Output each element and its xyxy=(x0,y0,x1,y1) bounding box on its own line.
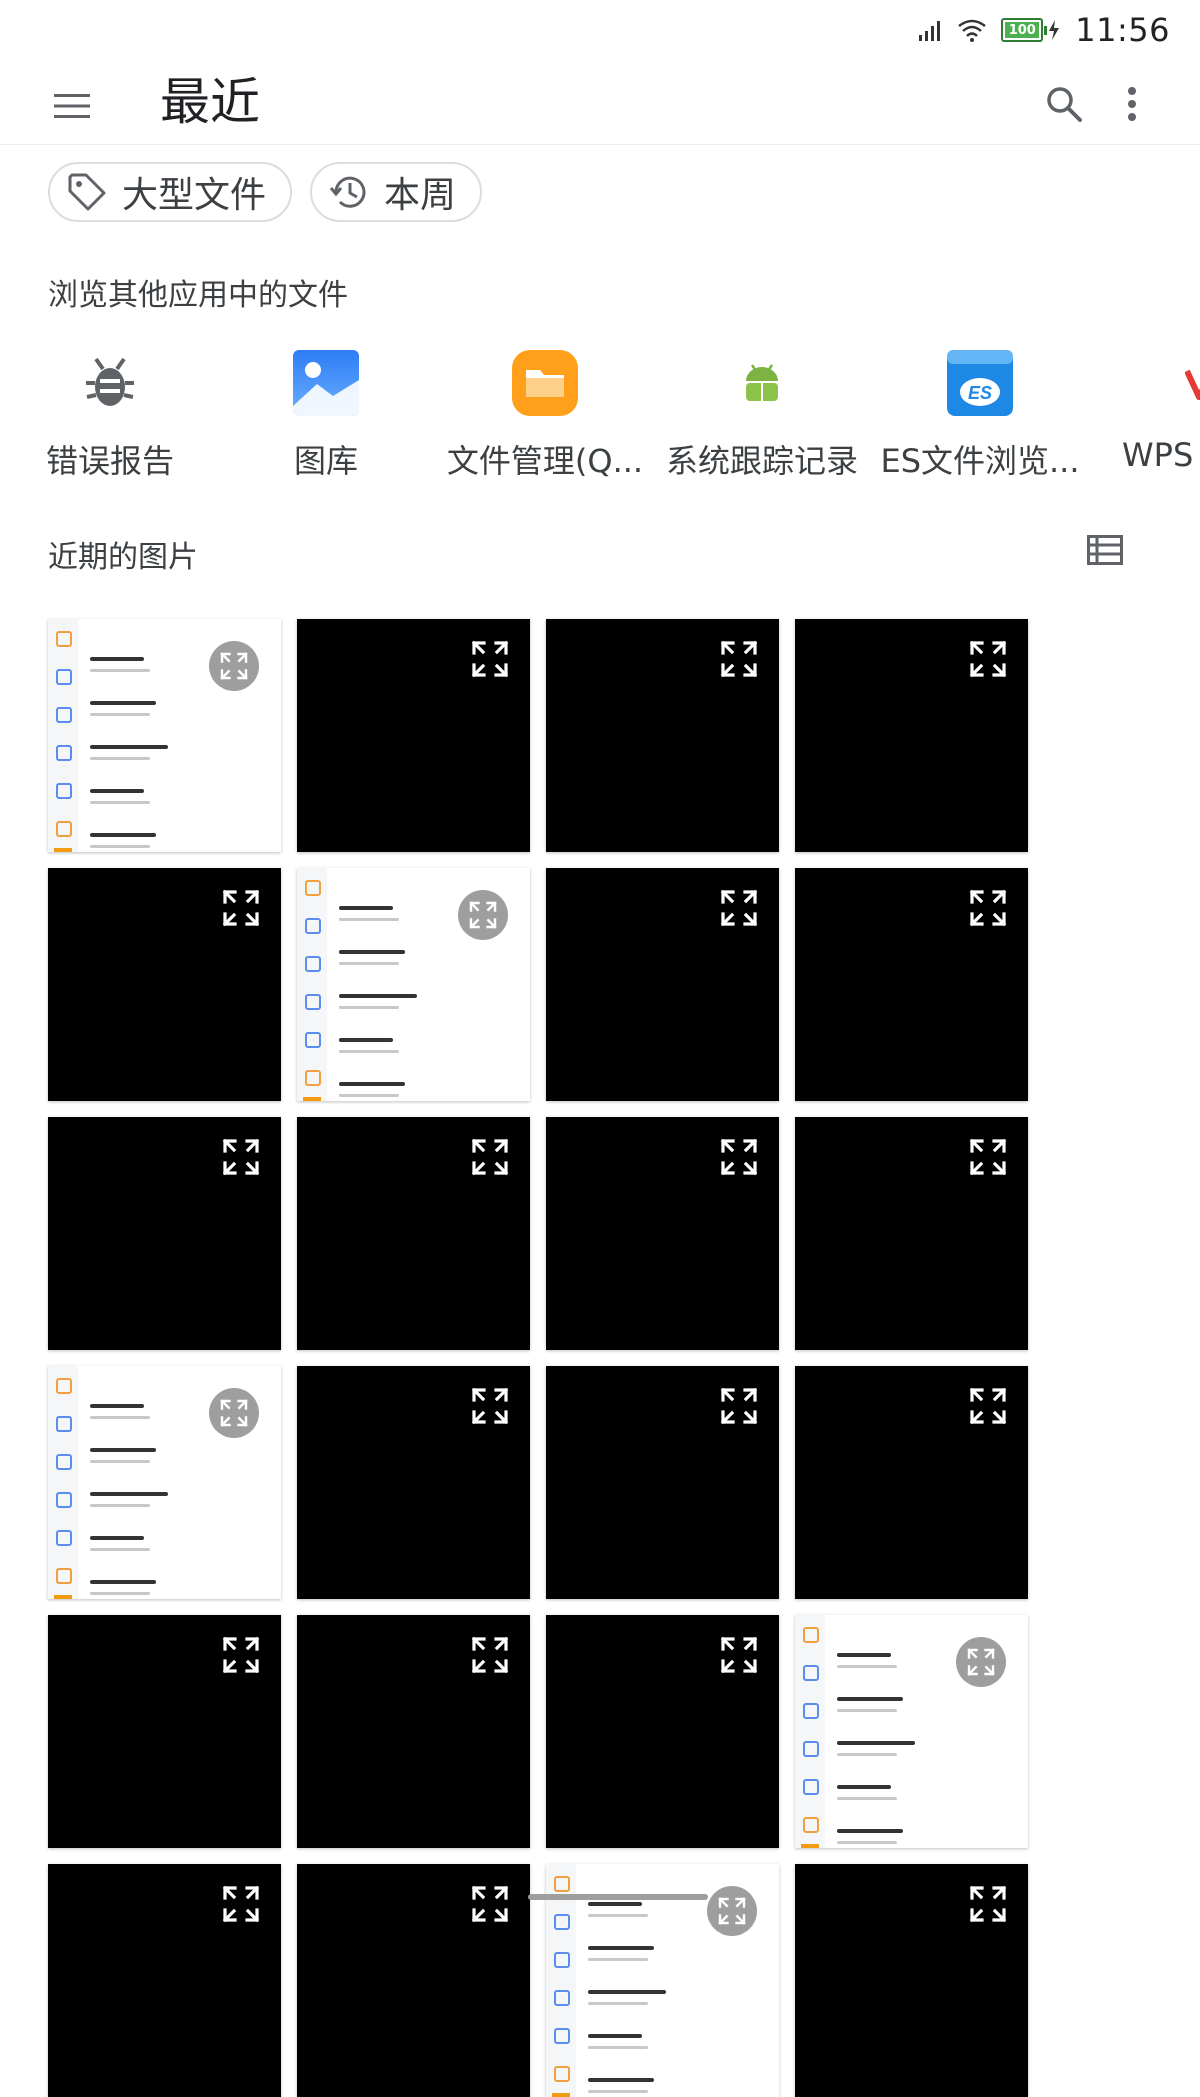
file-manager-icon xyxy=(510,348,580,418)
expand-icon[interactable] xyxy=(968,1386,1008,1426)
charging-icon xyxy=(1049,20,1060,40)
image-thumbnail[interactable] xyxy=(48,1366,281,1599)
app-wps-office[interactable]: WPS O xyxy=(1090,340,1200,474)
image-thumbnail[interactable] xyxy=(795,619,1028,852)
thumbnail-sidebar xyxy=(48,1366,78,1599)
image-thumbnail[interactable] xyxy=(48,1864,281,2097)
more-options-button[interactable] xyxy=(1104,74,1160,134)
expand-icon[interactable] xyxy=(968,639,1008,679)
status-bar: 100 11:56 xyxy=(0,0,1200,60)
image-thumbnail[interactable] xyxy=(48,619,281,852)
thumbnail-sidebar xyxy=(48,619,78,852)
app-bar: 最近 xyxy=(0,60,1200,145)
battery-level: 100 xyxy=(1005,22,1040,38)
apps-row: 错误报告 图库 文件管理(Q... 系统跟踪记录 ES ES文件浏览... WP… xyxy=(0,340,1200,490)
expand-icon[interactable] xyxy=(209,641,259,691)
expand-icon[interactable] xyxy=(470,1386,510,1426)
expand-icon[interactable] xyxy=(470,1635,510,1675)
app-file-manager[interactable]: 文件管理(Q... xyxy=(435,340,655,482)
app-gallery[interactable]: 图库 xyxy=(216,340,436,482)
app-label: ES文件浏览... xyxy=(880,442,1080,480)
signal-icon xyxy=(919,21,941,41)
recent-images-title: 近期的图片 xyxy=(48,540,198,575)
expand-icon[interactable] xyxy=(707,1886,757,1936)
app-label: 系统跟踪记录 xyxy=(665,442,858,480)
android-icon xyxy=(727,348,797,418)
browse-section-title: 浏览其他应用中的文件 xyxy=(48,278,348,313)
image-thumbnail[interactable] xyxy=(48,1615,281,1848)
app-es-file-explorer[interactable]: ES ES文件浏览... xyxy=(870,340,1090,482)
expand-icon[interactable] xyxy=(470,1884,510,1924)
chip-this-week[interactable]: 本周 xyxy=(310,162,483,222)
gallery-icon xyxy=(291,348,361,418)
expand-icon[interactable] xyxy=(719,888,759,928)
chip-large-files[interactable]: 大型文件 xyxy=(48,162,293,222)
image-thumbnail[interactable] xyxy=(297,868,530,1101)
wifi-icon xyxy=(958,19,987,42)
expand-icon[interactable] xyxy=(221,888,261,928)
app-label: 图库 xyxy=(293,442,358,480)
wps-icon xyxy=(1170,348,1200,418)
thumbnail-sidebar xyxy=(297,868,327,1101)
image-thumbnail[interactable] xyxy=(795,868,1028,1101)
expand-icon[interactable] xyxy=(221,1884,261,1924)
expand-icon[interactable] xyxy=(470,1137,510,1177)
image-thumbnail[interactable] xyxy=(48,868,281,1101)
expand-icon[interactable] xyxy=(956,1637,1006,1687)
image-thumbnail[interactable] xyxy=(297,1366,530,1599)
hamburger-icon xyxy=(54,94,90,118)
status-icons: 100 11:56 xyxy=(917,10,1170,50)
search-button[interactable] xyxy=(1034,74,1094,134)
image-thumbnail[interactable] xyxy=(546,1117,779,1350)
list-view-button[interactable] xyxy=(1082,530,1128,570)
image-thumbnail[interactable] xyxy=(546,1366,779,1599)
thumbnail-sidebar xyxy=(795,1615,825,1848)
expand-icon[interactable] xyxy=(221,1635,261,1675)
list-view-icon xyxy=(1087,535,1123,565)
chip-label: 本周 xyxy=(384,175,457,216)
image-thumbnail[interactable] xyxy=(546,868,779,1101)
expand-icon[interactable] xyxy=(968,888,1008,928)
app-label: 文件管理(Q... xyxy=(446,442,644,480)
expand-icon[interactable] xyxy=(719,1635,759,1675)
expand-icon[interactable] xyxy=(458,890,508,940)
menu-button[interactable] xyxy=(44,78,100,134)
status-time: 11:56 xyxy=(1075,11,1170,49)
filter-chips: 大型文件 本周 xyxy=(48,162,483,222)
expand-icon[interactable] xyxy=(968,1137,1008,1177)
app-label: WPS O xyxy=(1122,436,1200,474)
expand-icon[interactable] xyxy=(719,1386,759,1426)
chip-label: 大型文件 xyxy=(122,175,267,216)
app-bug-report[interactable]: 错误报告 xyxy=(0,340,220,482)
history-icon xyxy=(329,176,366,208)
image-thumbnail[interactable] xyxy=(795,1366,1028,1599)
image-thumbnail[interactable] xyxy=(546,1615,779,1848)
bug-icon xyxy=(75,348,145,418)
image-thumbnail[interactable] xyxy=(795,1864,1028,2097)
image-thumbnail[interactable] xyxy=(795,1117,1028,1350)
expand-icon[interactable] xyxy=(470,639,510,679)
image-thumbnail[interactable] xyxy=(546,619,779,852)
battery-icon: 100 xyxy=(1001,18,1061,42)
svg-text:ES: ES xyxy=(968,383,992,403)
expand-icon[interactable] xyxy=(968,1884,1008,1924)
app-system-tracing[interactable]: 系统跟踪记录 xyxy=(652,340,872,482)
expand-icon[interactable] xyxy=(719,639,759,679)
app-label: 错误报告 xyxy=(45,442,174,480)
more-vert-icon xyxy=(1128,87,1136,121)
expand-icon[interactable] xyxy=(719,1137,759,1177)
image-thumbnail[interactable] xyxy=(297,1615,530,1848)
es-file-icon: ES xyxy=(945,348,1015,418)
image-thumbnail[interactable] xyxy=(297,1864,530,2097)
image-thumbnail[interactable] xyxy=(795,1615,1028,1848)
page-title: 最近 xyxy=(160,73,260,131)
expand-icon[interactable] xyxy=(221,1137,261,1177)
search-icon xyxy=(1047,87,1082,122)
home-indicator xyxy=(528,1894,708,1900)
image-thumbnail[interactable] xyxy=(297,1117,530,1350)
image-thumbnail[interactable] xyxy=(297,619,530,852)
tag-icon xyxy=(68,173,106,211)
image-thumbnail[interactable] xyxy=(48,1117,281,1350)
expand-icon[interactable] xyxy=(209,1388,259,1438)
